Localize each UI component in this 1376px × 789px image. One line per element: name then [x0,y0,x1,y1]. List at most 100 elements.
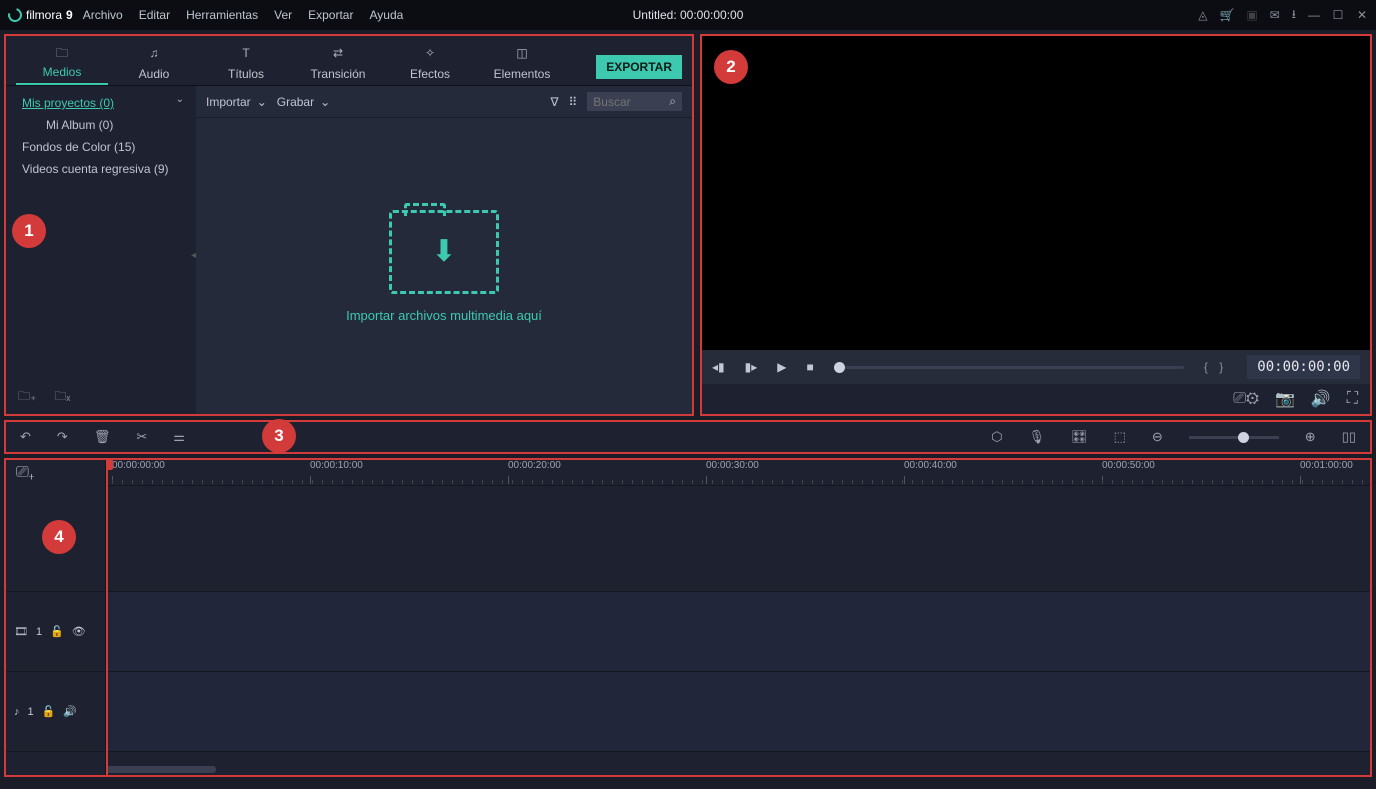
lock-icon[interactable]: 🔓 [50,625,64,638]
search-box[interactable]: ⌕ [587,92,682,111]
preview-seek-track[interactable] [834,366,1184,369]
next-frame-button[interactable]: ▮▸ [745,360,758,374]
speaker-icon[interactable]: 🔊 [63,705,77,718]
callout-2: 2 [714,50,748,84]
cart-icon[interactable]: 🛒 [1219,8,1234,22]
lock-icon[interactable]: 🔓 [42,705,56,718]
menu-archivo[interactable]: Archivo [83,8,123,22]
quality-settings-icon[interactable]: ⎚⚙ [1233,390,1259,408]
menu-herramientas[interactable]: Herramientas [186,8,258,22]
download-icon[interactable]: ⭳ [1292,5,1296,26]
tab-titulos[interactable]: TTítulos [200,42,292,85]
preview-footer: ⎚⚙ 📷 🔊 ⛶ [702,384,1370,414]
elements-icon: ◫ [513,46,531,64]
timeline-panel: 4 ⎚₊ 🎞 1 🔓 👁 ♪ 1 🔓 🔊 00:00:00:00 00:00:1… [4,458,1372,777]
export-button[interactable]: EXPORTAR [596,55,682,79]
audio-track-header[interactable]: ♪ 1 🔓 🔊 [6,672,105,752]
fullscreen-icon[interactable]: ⛶ [1347,390,1358,408]
zoom-fit-icon[interactable]: ▯▯ [1342,429,1356,445]
zoom-out-icon[interactable]: ⊖ [1152,429,1163,445]
media-content-toolbar: Importar⌄ Grabar⌄ ∇ ⠿ ⌕ [196,86,692,118]
ruler-mark: 00:00:30:00 [706,460,759,471]
tab-medios[interactable]: 🗀Medios [16,40,108,85]
ruler-mark: 00:00:50:00 [1102,460,1155,471]
mark-in-out[interactable]: { } [1204,360,1227,374]
app-logo: filmora9 [8,8,73,22]
media-panel: 1 🗀Medios ♫Audio TTítulos ⇄Transición ✧E… [4,34,694,416]
snapshot-icon[interactable]: 📷 [1275,389,1295,409]
video-track-header[interactable]: 🎞 1 🔓 👁 [6,592,105,672]
logo-swirl-icon [5,5,24,24]
adjust-button[interactable]: ⚌ [173,429,185,445]
stop-button[interactable]: ■ [807,360,814,374]
callout-4: 4 [42,520,76,554]
preview-viewport[interactable] [702,36,1370,350]
search-icon[interactable]: ⌕ [669,94,676,109]
tab-elementos[interactable]: ◫Elementos [476,42,568,85]
prev-frame-button[interactable]: ◂▮ [712,360,725,374]
audio-track-1[interactable] [106,672,1370,752]
remove-folder-icon[interactable]: 🗀ₓ [54,387,70,408]
maximize-button[interactable]: ☐ [1332,8,1344,22]
preview-panel: 2 ◂▮ ▮▸ ▶ ■ { } 00:00:00:00 ⎚⚙ 📷 🔊 ⛶ [700,34,1372,416]
redo-button[interactable]: ↷ [57,429,68,445]
chevron-down-icon: ⌄ [257,95,267,109]
filter-icon[interactable]: ∇ [550,95,558,109]
tab-audio[interactable]: ♫Audio [108,42,200,85]
tree-mis-proyectos[interactable]: Mis proyectos (0) [6,92,196,114]
playhead[interactable] [106,460,108,775]
close-button[interactable]: ✕ [1356,8,1368,22]
audio-track-icon: ♪ [14,706,20,718]
zoom-handle[interactable] [1238,432,1249,443]
callout-1: 1 [12,214,46,248]
media-drop-zone[interactable]: ⬇ Importar archivos multimedia aquí [196,118,692,414]
mail-icon[interactable]: ✉ [1270,8,1280,22]
collapse-sidebar-icon[interactable]: ◂ [191,250,196,261]
menu-ver[interactable]: Ver [274,8,292,22]
eye-icon[interactable]: 👁 [72,625,86,638]
play-button[interactable]: ▶ [777,360,786,374]
ruler-mark: 00:00:20:00 [508,460,561,471]
record-dropdown[interactable]: Grabar⌄ [277,95,330,109]
menu-editar[interactable]: Editar [139,8,170,22]
tree-videos-cuenta[interactable]: Videos cuenta regresiva (9) [6,158,196,180]
zoom-in-icon[interactable]: ⊕ [1305,429,1316,445]
media-tree: ⌄ Mis proyectos (0) Mi Album (0) Fondos … [6,86,196,414]
cut-button[interactable]: ✂ [136,429,147,445]
media-content: Importar⌄ Grabar⌄ ∇ ⠿ ⌕ ⬇ Importar archi… [196,86,692,414]
horizontal-scrollbar[interactable] [106,766,216,773]
delete-button[interactable]: 🗑 [94,429,111,445]
tree-fondos-color[interactable]: Fondos de Color (15) [6,136,196,158]
chevron-down-icon: ⌄ [320,95,330,109]
tree-mi-album[interactable]: Mi Album (0) [6,114,196,136]
chevron-down-icon[interactable]: ⌄ [176,94,184,105]
zoom-slider[interactable] [1189,436,1279,439]
minimize-button[interactable]: — [1308,8,1320,22]
tab-efectos[interactable]: ✧Efectos [384,42,476,85]
timeline-tracks[interactable]: 00:00:00:00 00:00:10:00 00:00:20:00 00:0… [106,460,1370,775]
sort-icon[interactable]: ⠿ [568,95,577,109]
search-input[interactable] [593,95,663,109]
video-track-1[interactable] [106,592,1370,672]
transition-icon: ⇄ [329,46,347,64]
marker-icon[interactable]: ⬡ [991,429,1002,445]
volume-icon[interactable]: 🔊 [1311,389,1331,409]
audio-mixer-icon[interactable]: 🎛 [1071,429,1088,445]
tab-transicion[interactable]: ⇄Transición [292,42,384,85]
timeline-ruler[interactable]: 00:00:00:00 00:00:10:00 00:00:20:00 00:0… [106,460,1370,486]
import-dropdown[interactable]: Importar⌄ [206,95,267,109]
voiceover-icon[interactable]: 🎙 [1029,429,1046,445]
music-note-icon: ♫ [145,46,163,64]
playhead-handle[interactable] [106,460,113,470]
menu-exportar[interactable]: Exportar [308,8,353,22]
menu-ayuda[interactable]: Ayuda [369,8,403,22]
crop-icon[interactable]: ⬚ [1114,429,1126,445]
add-folder-icon[interactable]: 🗀₊ [18,387,36,408]
ruler-mark: 00:00:40:00 [904,460,957,471]
news-icon[interactable]: ▣ [1246,8,1257,22]
undo-button[interactable]: ↶ [20,429,31,445]
seek-handle[interactable] [834,362,845,373]
account-icon[interactable]: ◬ [1198,8,1207,22]
effects-icon: ✧ [421,46,439,64]
add-track-button[interactable]: ⎚₊ [6,460,105,486]
